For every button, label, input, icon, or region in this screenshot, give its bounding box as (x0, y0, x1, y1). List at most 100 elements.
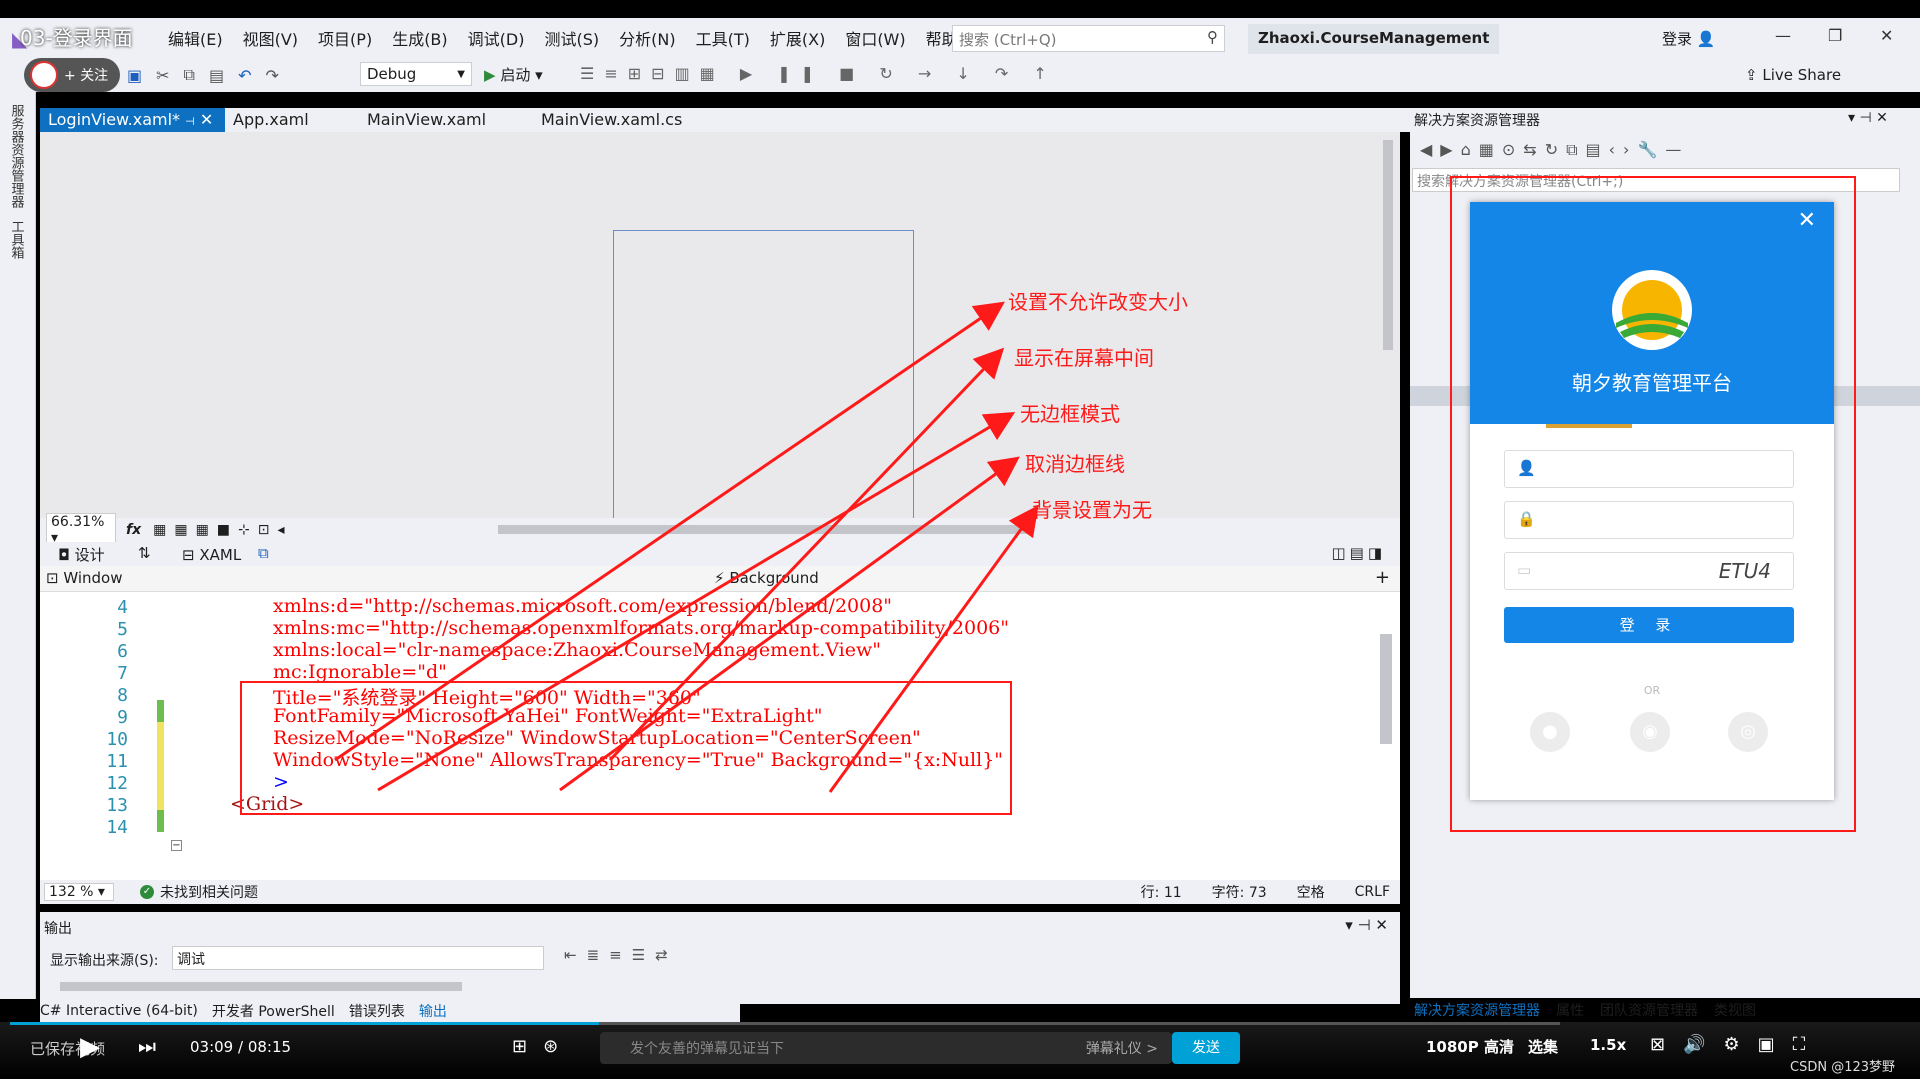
menu-item[interactable]: 扩展(X) (760, 26, 835, 50)
search-icon: ⚲ (1207, 28, 1218, 46)
line-number: 7 (117, 663, 128, 684)
episodes-button[interactable]: 选集 (1528, 1036, 1558, 1057)
change-marker (157, 700, 164, 722)
search-input[interactable]: 搜索 (Ctrl+Q) ⚲ (952, 25, 1225, 52)
progress-track[interactable] (10, 1022, 1560, 1025)
output-source-select[interactable]: 调试 (172, 946, 544, 970)
member-select[interactable]: ⚡ Background (714, 569, 1364, 587)
output-close-icon[interactable]: ▾ ⊣ ✕ (1345, 916, 1388, 934)
line-number: 9 (117, 707, 128, 728)
undo-icon[interactable]: ↶ (238, 66, 251, 85)
split-layout-icons[interactable]: ◫▤◨ (1331, 544, 1386, 562)
menu-item[interactable]: 分析(N) (609, 26, 685, 50)
pin-icon[interactable]: ⊣ (185, 115, 195, 128)
swap-icon[interactable]: ⇅ (138, 544, 151, 562)
video-title: 03-登录界面 (20, 26, 133, 50)
annotation-label: 无边框模式 (1020, 402, 1120, 426)
output-tool-icons[interactable]: ⇤≣≡☰⇄ (564, 946, 678, 964)
server-explorer-tab[interactable]: 服务器资源管理器 (9, 104, 26, 208)
player-tool-icons[interactable]: ⊠🔊⚙▣⛶ (1650, 1034, 1823, 1055)
pane-controls[interactable]: ▾ ⊣ ✕ (1848, 110, 1888, 126)
menu-item[interactable]: 窗口(W) (835, 26, 915, 50)
tab-mainview[interactable]: MainView.xaml (359, 108, 533, 132)
bottom-tab[interactable]: 输出 (419, 1001, 447, 1021)
toolbox-tab[interactable]: 工具箱 (9, 220, 26, 259)
fx-icon[interactable]: fx (126, 522, 141, 538)
space-label: 空格 (1296, 885, 1325, 901)
tab-app[interactable]: App.xaml (225, 108, 359, 132)
solution-bottom-tab[interactable]: 团队资源管理器 (1600, 1000, 1698, 1020)
menu-item[interactable]: 工具(T) (686, 26, 760, 50)
copy-icon[interactable]: ⧉ (184, 65, 195, 85)
close-icon[interactable]: ✕ (1880, 26, 1893, 45)
change-marker (157, 722, 164, 810)
zoom-value: 66.31% (51, 514, 105, 530)
solution-bottom-tab[interactable]: 属性 (1556, 1000, 1584, 1020)
paste-icon[interactable]: ▤ (209, 66, 224, 85)
menu-item[interactable]: 生成(B) (382, 26, 457, 50)
solution-bottom-tab[interactable]: 解决方案资源管理器 (1414, 1000, 1540, 1020)
send-button[interactable]: 发送 (1172, 1032, 1240, 1064)
chevron-down-icon: ▼ (457, 69, 465, 80)
bottom-tab[interactable]: 错误列表 (349, 1001, 405, 1021)
solution-bottom-tab[interactable]: 类视图 (1714, 1000, 1756, 1020)
quality-button[interactable]: 1080P 高清 (1426, 1036, 1514, 1057)
menu-item[interactable]: 测试(S) (534, 26, 609, 50)
solution-toolbar[interactable]: ◀▶⌂▦⊙⇆↻⧉▤‹›🔧— (1420, 140, 1689, 160)
danmaku-icons[interactable]: ⊞⊛ (512, 1036, 574, 1057)
redo-icon[interactable]: ↷ (266, 66, 279, 85)
output-scrollbar[interactable] (60, 982, 462, 991)
menu-item[interactable]: 调试(D) (458, 26, 535, 50)
popout-icon[interactable]: ⧉ (258, 544, 269, 562)
horizontal-scrollbar[interactable] (498, 525, 1028, 534)
grid-icons[interactable]: ▦▦▦■⊹⊡◂ (153, 522, 292, 538)
editor-vertical-scrollbar[interactable] (1380, 634, 1392, 744)
window-design-frame[interactable] (613, 230, 914, 520)
menu-items: 编辑(E) 视图(V) 项目(P) 生成(B) 调试(D) 测试(S) 分析(N) 工具(T)… (158, 26, 992, 50)
menu-item[interactable]: 编辑(E) (158, 26, 233, 50)
element-select[interactable]: ⊡ Window (46, 569, 706, 587)
line-number: 10 (106, 729, 128, 750)
live-share-button[interactable]: ⇪ Live Share (1745, 66, 1841, 84)
tab-loginview[interactable]: LoginView.xaml* ⊣ ✕ (40, 108, 225, 132)
split-bar: ◘ 设计 ⇅ ⊟ XAML ⧉ ◫▤◨ (40, 542, 1400, 566)
tab-label: App.xaml (233, 110, 309, 129)
speed-button[interactable]: 1.5x (1590, 1036, 1626, 1054)
play-icon[interactable]: ▶ (80, 1032, 100, 1062)
menu-item[interactable]: 项目(P) (308, 26, 382, 50)
add-icon[interactable]: + (1375, 567, 1390, 588)
gift-link[interactable]: 弹幕礼仪 > (1086, 1038, 1158, 1058)
line-number: 5 (117, 619, 128, 640)
annotation-label: 背景设置为无 (1032, 498, 1152, 522)
config-select[interactable]: Debug ▼ (360, 62, 472, 86)
check-icon: ✓ (140, 885, 154, 899)
maximize-icon[interactable]: ❐ (1828, 26, 1842, 45)
start-button[interactable]: ▶ 启动 ▾ (484, 64, 543, 85)
save-all-icon[interactable]: ▣ (127, 66, 142, 85)
solution-bottom-tabs: 解决方案资源管理器 属性 团队资源管理器 类视图 (1414, 1000, 1756, 1020)
debug-tools[interactable]: ☰≡⊞⊟▥▦ ▶ ❚❚ ■ ↻ → ↓ ↷ ↑ (580, 64, 1057, 83)
danmaku-input[interactable]: 发个友善的弹幕见证当下 弹幕礼仪 > (600, 1032, 1172, 1064)
menu-item[interactable]: 视图(V) (233, 26, 308, 50)
editor-zoom[interactable]: 132 % ▾ (44, 883, 114, 901)
close-tab-icon[interactable]: ✕ (200, 110, 213, 129)
next-icon[interactable]: ⏭ (138, 1034, 156, 1058)
vertical-scrollbar[interactable] (1383, 140, 1393, 350)
code-highlight-box (240, 681, 1012, 815)
tab-design[interactable]: ◘ 设计 (58, 544, 105, 565)
tab-mainview-cs[interactable]: MainView.xaml.cs (533, 108, 713, 132)
annotation-label: 设置不允许改变大小 (1008, 290, 1188, 314)
cut-icon[interactable]: ✂ (156, 66, 169, 85)
collapse-icon[interactable]: − (171, 840, 182, 851)
bottom-tab[interactable]: C# Interactive (64-bit) (40, 1003, 198, 1019)
editor-status-bar: 132 % ▾ ✓ 未找到相关问题 行: 11 字符: 73 空格 CRLF (40, 880, 1400, 904)
login-link[interactable]: 登录 👤 (1662, 28, 1715, 49)
tab-xaml[interactable]: ⊟ XAML (182, 546, 241, 564)
member-select-value: Background (729, 569, 819, 587)
bottom-tab[interactable]: 开发者 PowerShell (212, 1001, 335, 1021)
follow-button[interactable]: + 关注 (24, 58, 120, 92)
minimize-icon[interactable]: — (1775, 26, 1791, 45)
danmaku-placeholder: 发个友善的弹幕见证当下 (630, 1041, 784, 1057)
time-label: 03:09 / 08:15 (190, 1038, 292, 1056)
user-add-icon: 👤 (1696, 30, 1716, 48)
